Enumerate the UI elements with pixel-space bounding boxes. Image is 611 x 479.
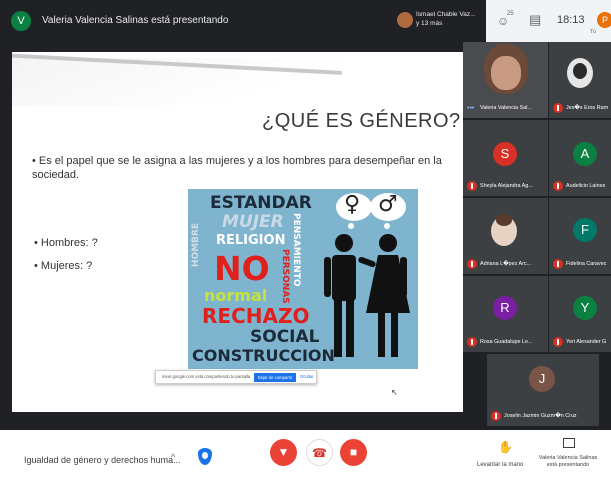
participant-name: Joselin Jazmin Guzm�n Cruz [504,413,577,419]
participant-name: Yeri Alexander G [566,339,607,345]
participant-avatar: F [573,218,597,242]
chat-icon[interactable]: ▤ [529,12,541,28]
participant-tile[interactable]: ••• Valeria Valencia Sal... [463,42,548,118]
mic-toggle-button[interactable]: ▼ [270,439,297,466]
participant-face [573,63,587,79]
camera-off-icon: ■ [349,445,358,459]
participant-tile[interactable]: Y Yeri Alexander G [549,276,611,352]
participant-avatar: R [493,296,517,320]
meeting-title[interactable]: Igualdad de género y derechos huma... [24,455,181,465]
raise-hand-label[interactable]: Levantar la mano [477,462,523,468]
word-hombre: HOMBRE [191,223,201,268]
mic-off-icon [491,411,501,421]
share-notice-text: meet.google.com está compartiendo tu pan… [162,374,252,379]
stop-sharing-button[interactable]: Dejar de compartir [254,373,296,382]
mic-off-icon [467,181,477,191]
camera-toggle-button[interactable]: ■ [340,439,367,466]
slide-bullet-men: • Hombres: ? [34,237,98,249]
user-avatar[interactable]: P [597,12,611,28]
mic-off-icon [553,103,563,113]
participant-tile[interactable]: S Sheyla Alejandra Ag... [463,120,548,196]
word-pensamiento: PENSAMIENTO [291,213,301,287]
presenting-label[interactable]: Valeria Valencia Salinas está presentand… [538,455,598,469]
participant-tile[interactable]: R Rosa Guadalupe Le... [463,276,548,352]
word-estandar: ESTANDAR [210,193,312,213]
present-screen-icon[interactable] [563,438,575,448]
presenter-avatar: V [11,11,31,31]
word-normal: normal [204,286,268,305]
word-social: SOCIAL [250,327,320,347]
word-mujer: MUJER [222,212,284,232]
mic-off-icon [467,337,477,347]
top-bar: V Valeria Valencia Salinas está presenta… [0,0,611,42]
gender-word-cloud-image: ESTANDAR MUJER RELIGION NO normal PERSON… [188,189,418,369]
participant-name: Adriana L�pez Arc... [480,261,532,267]
word-construccion: CONSTRUCCION [192,346,335,365]
notification-more: y 13 más [416,20,443,27]
participant-tile[interactable]: Adriana L�pez Arc... [463,198,548,274]
participant-avatar: Y [573,296,597,320]
participant-tile[interactable]: F Fidelina Caravec [549,198,611,274]
mic-off-icon: ▼ [277,445,290,459]
female-symbol-icon: ♀ [344,192,361,217]
man-woman-figures-icon [324,234,410,357]
meet-window: V Valeria Valencia Salinas está presenta… [0,0,611,479]
word-rechazo: RECHAZO [202,304,310,328]
participant-name: Audelicio Laines [566,183,606,189]
participant-tile[interactable]: J Joselin Jazmin Guzm�n Cruz [487,354,599,426]
slide-bullet-definition: • Es el papel que se le asigna a las muj… [32,155,442,181]
participant-avatar: S [493,142,517,166]
participant-name: Sheyla Alejandra Ag... [480,183,533,189]
word-personas: PERSONAS [280,249,290,304]
speaking-indicator-icon: ••• [467,105,475,112]
participant-name: Rosa Guadalupe Le... [480,339,533,345]
hide-notice-button[interactable]: Ocultar [300,374,314,379]
raise-hand-icon[interactable]: ✋ [498,440,513,454]
hang-up-icon: ☎ [312,446,327,460]
male-symbol-icon: ♂ [378,192,398,217]
notification-name: Ismael Chable Vaz... [416,11,476,18]
chevron-up-icon[interactable]: ^ [171,452,175,462]
slide-bullet-women: • Mujeres: ? [34,260,93,272]
participant-tile[interactable]: A Audelicio Laines [549,120,611,196]
participant-tile[interactable]: Jes�s Eros Ram [549,42,611,118]
slide-title: ¿QUÉ ES GÉNERO? [262,110,461,132]
mic-off-icon [553,181,563,191]
participant-avatar: J [529,366,555,392]
mic-off-icon [553,337,563,347]
presenter-status: Valeria Valencia Salinas está presentand… [42,15,229,26]
participant-name: Fidelina Caravec [566,261,607,267]
participant-avatar: A [573,142,597,166]
mic-off-icon [553,259,563,269]
presentation-slide: ¿QUÉ ES GÉNERO? • Es el papel que se le … [12,52,463,412]
mouse-cursor-icon: ↖ [391,388,398,397]
word-religion: RELIGION [216,233,286,248]
people-count: 25 [507,11,514,17]
participant-hair [496,214,512,226]
participant-name: Valeria Valencia Sal... [480,105,532,111]
notification-avatar [397,12,413,28]
join-notification[interactable]: Ismael Chable Vaz... y 13 más [416,10,478,28]
user-label: Tú [590,29,596,35]
participant-name: Jes�s Eros Ram [566,105,609,111]
leave-call-button[interactable]: ☎ [306,439,333,466]
screen-share-notice: meet.google.com está compartiendo tu pan… [155,370,317,384]
word-no: NO [214,249,270,288]
participant-face [491,56,521,90]
mic-off-icon [467,259,477,269]
clock: 18:13 [557,14,585,26]
